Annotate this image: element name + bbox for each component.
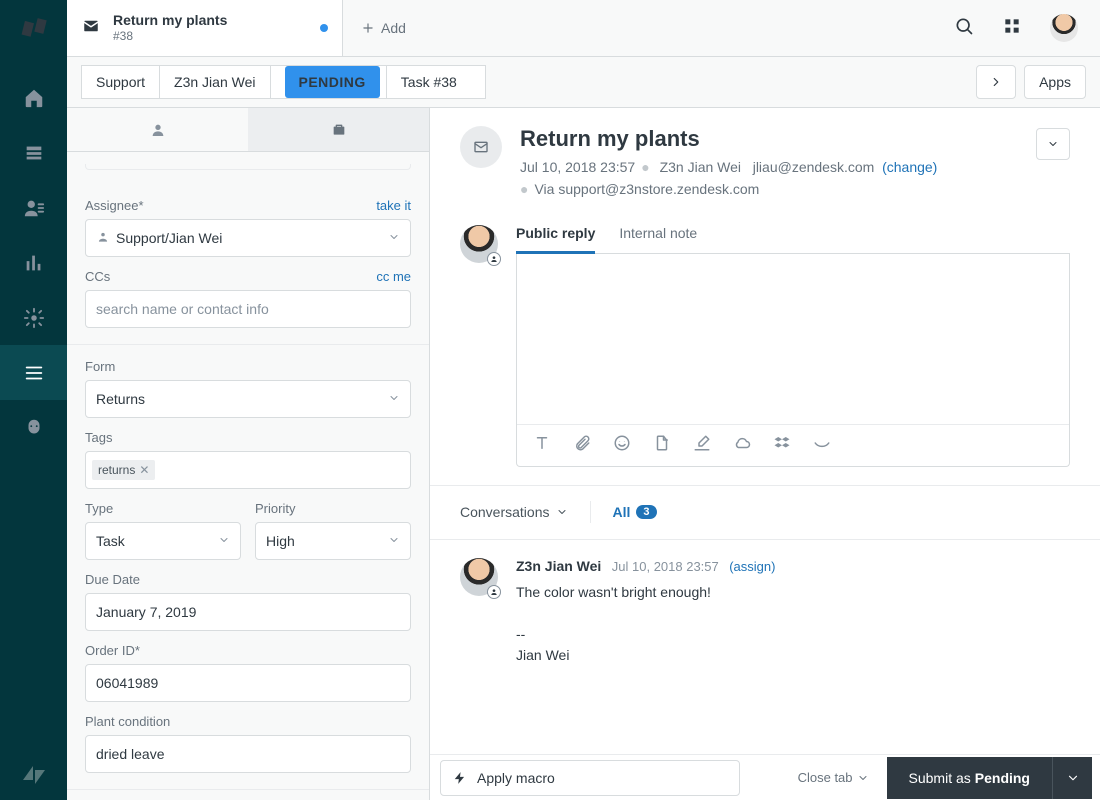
unsaved-indicator (320, 24, 328, 32)
status-badge: PENDING (285, 66, 380, 98)
nav-admin[interactable] (0, 290, 67, 345)
attachment-icon[interactable] (573, 434, 591, 457)
conversations-dropdown[interactable]: Conversations (460, 504, 568, 520)
sidebar-tab-ticket[interactable] (248, 108, 429, 151)
sidebar-tab-user[interactable] (67, 108, 248, 151)
plant-condition-label: Plant condition (85, 714, 170, 729)
nav-rail (0, 0, 67, 800)
priority-label: Priority (255, 501, 295, 516)
message-item: Z3n Jian Wei Jul 10, 2018 23:57 (assign)… (430, 540, 1100, 684)
breadcrumb: Support Z3n Jian Wei PENDING Task #38 Ap… (67, 57, 1100, 108)
form-label: Form (85, 359, 115, 374)
apps-panel-button[interactable]: Apps (1024, 65, 1086, 99)
nav-reporting[interactable] (0, 235, 67, 290)
emoji-icon[interactable] (613, 434, 631, 457)
product-logo[interactable] (14, 9, 53, 48)
link-insert-icon[interactable] (693, 434, 711, 457)
submit-dropdown[interactable] (1052, 757, 1092, 799)
close-tab-button[interactable]: Close tab (798, 770, 869, 785)
ticket-title: Return my plants (520, 126, 937, 152)
ticket-meta: Jul 10, 2018 23:57● Z3n Jian Wei jliau@z… (520, 156, 937, 201)
assignee-label: Assignee* (85, 198, 144, 213)
chevron-down-icon (388, 230, 400, 246)
plant-condition-input[interactable] (96, 746, 400, 762)
nav-item-active[interactable] (0, 345, 67, 400)
type-select[interactable]: Task (85, 522, 241, 560)
add-tab-label: Add (381, 20, 406, 36)
box-icon[interactable] (813, 434, 831, 457)
tags-input[interactable]: returns ✕ (85, 451, 411, 489)
tab-title: Return my plants (113, 12, 227, 29)
channel-mail-icon (460, 126, 502, 168)
apps-grid-icon[interactable] (1002, 16, 1022, 41)
due-date-input[interactable] (96, 604, 400, 620)
ticket-properties-sidebar: Assignee* take it Support/Jian Wei CCs c… (67, 108, 430, 800)
message-timestamp: Jul 10, 2018 23:57 (612, 559, 719, 574)
ticket-actions-dropdown[interactable] (1036, 128, 1070, 160)
reply-textarea[interactable] (517, 254, 1069, 424)
nav-item-bottom[interactable] (0, 400, 67, 455)
internal-note-tab[interactable]: Internal note (619, 225, 697, 253)
nav-customers[interactable] (0, 180, 67, 235)
agent-badge-icon (487, 252, 501, 266)
breadcrumb-requester[interactable]: Z3n Jian Wei (159, 66, 269, 98)
text-format-icon[interactable] (533, 434, 551, 457)
assign-link[interactable]: (assign) (729, 559, 775, 574)
tag-chip: returns ✕ (92, 460, 155, 480)
topbar: Return my plants #38 Add (67, 0, 1100, 57)
profile-avatar[interactable] (1050, 14, 1078, 42)
ticket-footer: Apply macro Close tab Submit as Pending (430, 754, 1100, 800)
person-icon (96, 230, 110, 247)
ccs-input-wrapper (85, 290, 411, 328)
ccs-input[interactable] (96, 301, 400, 317)
dropbox-icon[interactable] (773, 434, 791, 457)
breadcrumb-support[interactable]: Support (82, 66, 159, 98)
filter-all[interactable]: All 3 (613, 504, 657, 520)
cloud-icon[interactable] (733, 434, 751, 457)
priority-select[interactable]: High (255, 522, 411, 560)
zendesk-logo-icon[interactable] (0, 762, 67, 788)
apply-macro-button[interactable]: Apply macro (440, 760, 740, 796)
nav-views[interactable] (0, 125, 67, 180)
due-date-label: Due Date (85, 572, 140, 587)
assignee-select[interactable]: Support/Jian Wei (85, 219, 411, 257)
breadcrumb-task[interactable]: PENDING Task #38 (270, 66, 485, 98)
ticket-header: Return my plants Jul 10, 2018 23:57● Z3n… (430, 108, 1100, 215)
count-badge: 3 (636, 505, 656, 519)
search-icon[interactable] (954, 16, 974, 41)
reply-toolbar (517, 424, 1069, 466)
take-it-link[interactable]: take it (376, 198, 411, 213)
conversation-filter: Conversations All 3 (430, 486, 1100, 540)
add-tab-button[interactable]: Add (343, 0, 424, 56)
change-requester-link[interactable]: (change) (882, 159, 937, 175)
message-author: Z3n Jian Wei (516, 558, 601, 574)
ccs-label: CCs (85, 269, 110, 284)
form-select[interactable]: Returns (85, 380, 411, 418)
conversation-pane: Return my plants Jul 10, 2018 23:57● Z3n… (430, 108, 1100, 800)
tab-subtitle: #38 (113, 29, 227, 43)
chevron-down-icon (388, 533, 400, 549)
submit-button[interactable]: Submit as Pending (887, 757, 1052, 799)
chevron-down-icon (388, 391, 400, 407)
nav-home[interactable] (0, 70, 67, 125)
order-id-label: Order ID* (85, 643, 140, 658)
tag-remove-icon[interactable]: ✕ (139, 463, 149, 477)
message-text: The color wasn't bright enough! -- Jian … (516, 582, 775, 666)
order-id-input[interactable] (96, 675, 400, 691)
next-ticket-button[interactable] (976, 65, 1016, 99)
breadcrumb-segments: Support Z3n Jian Wei PENDING Task #38 (81, 65, 486, 99)
requester-avatar (460, 558, 498, 596)
user-badge-icon (487, 585, 501, 599)
ticket-tab-active[interactable]: Return my plants #38 (67, 0, 343, 56)
file-icon[interactable] (653, 434, 671, 457)
tags-label: Tags (85, 430, 112, 445)
agent-avatar (460, 225, 498, 263)
chevron-down-icon (218, 533, 230, 549)
type-label: Type (85, 501, 113, 516)
public-reply-tab[interactable]: Public reply (516, 225, 595, 254)
mail-icon (81, 17, 101, 40)
cc-me-link[interactable]: cc me (376, 269, 411, 284)
